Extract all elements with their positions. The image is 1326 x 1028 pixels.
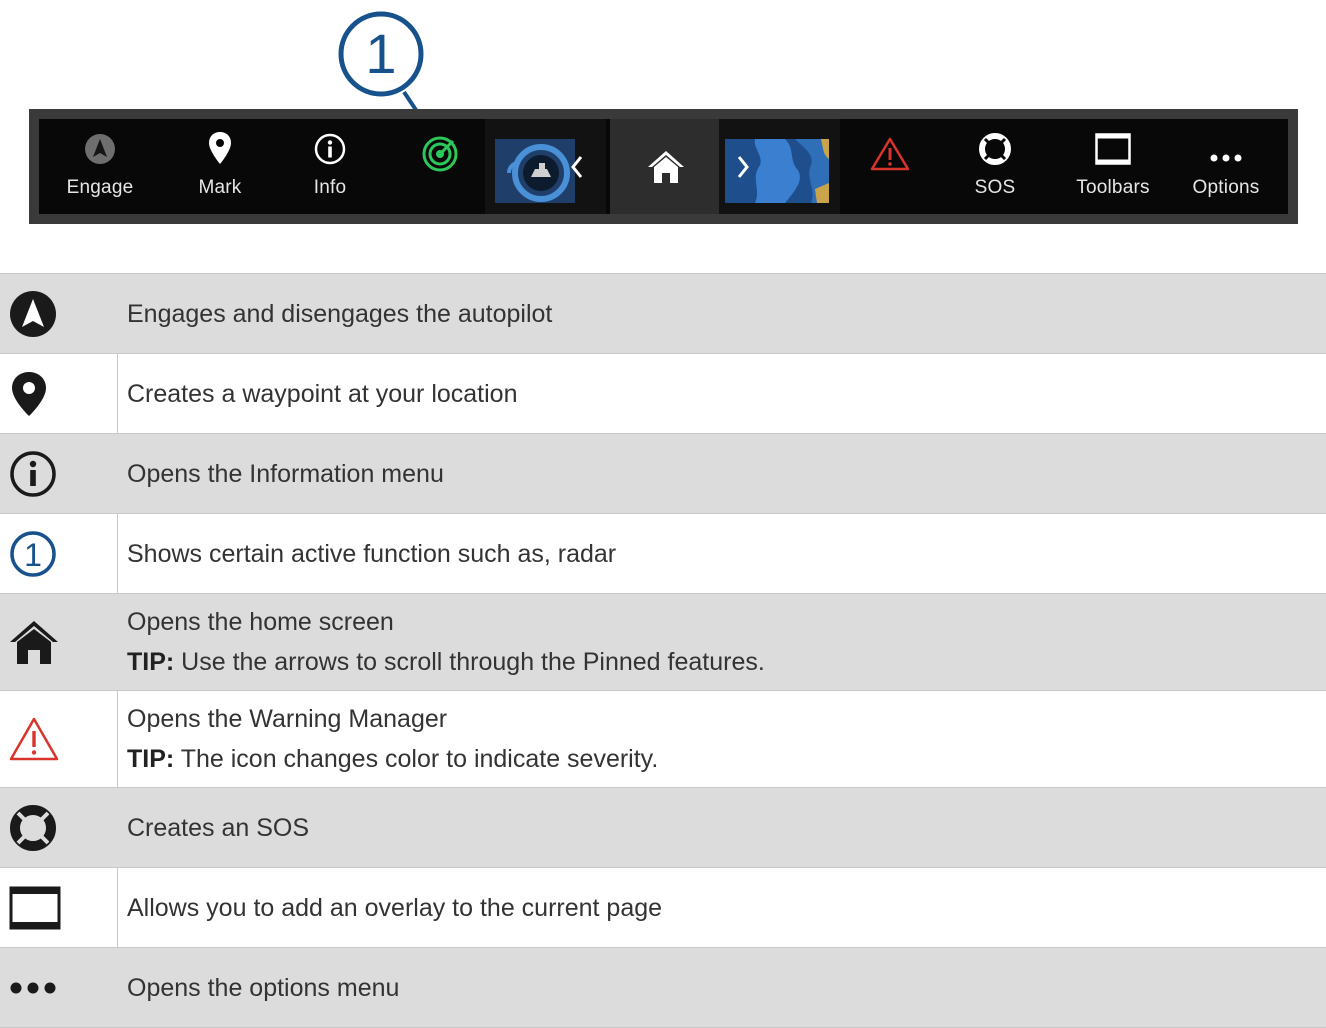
legend-description: Allows you to add an overlay to the curr… <box>127 893 663 922</box>
options-label: Options <box>1192 177 1260 198</box>
scroll-left-arrow[interactable] <box>565 119 589 214</box>
legend-description: Opens the Information menu <box>127 459 444 488</box>
overlay-icon <box>1095 119 1131 165</box>
radar-icon <box>420 119 460 189</box>
sos-button[interactable]: SOS <box>954 119 1036 214</box>
tip-text: The icon changes color to indicate sever… <box>174 745 659 773</box>
tip-label: TIP: <box>127 745 175 773</box>
map-pin-icon <box>207 119 233 165</box>
lifebuoy-icon <box>0 788 118 867</box>
toolbars-label: Toolbars <box>1076 177 1150 198</box>
mark-button[interactable]: Mark <box>179 119 261 214</box>
overlay-icon <box>0 868 118 947</box>
map-pin-icon <box>0 354 118 433</box>
info-button[interactable]: Info <box>289 119 371 214</box>
table-row: 1 Shows certain active function such as,… <box>0 514 1326 594</box>
autopilot-icon <box>0 274 118 353</box>
table-row: Creates an SOS <box>0 788 1326 868</box>
toolbar: Engage Mark Info SOS Toolbars Options <box>29 109 1298 224</box>
mark-label: Mark <box>198 177 242 198</box>
home-button[interactable] <box>610 119 722 214</box>
tip-text: Use the arrows to scroll through the Pin… <box>174 648 765 676</box>
tip-label: TIP: <box>127 648 175 676</box>
table-row: Opens the home screen TIP: Use the arrow… <box>0 594 1326 691</box>
legend-description: Engages and disengages the autopilot <box>127 299 553 328</box>
engage-button[interactable]: Engage <box>59 119 141 214</box>
table-row: Allows you to add an overlay to the curr… <box>0 868 1326 948</box>
callout-number: 1 <box>365 22 396 85</box>
warning-icon <box>0 691 118 787</box>
chevron-right-icon <box>737 155 749 178</box>
callout-number: 1 <box>24 537 42 573</box>
active-function-button[interactable] <box>409 119 471 214</box>
engage-label: Engage <box>66 177 134 198</box>
callout-1: 1 <box>338 11 424 97</box>
more-icon <box>0 948 118 1027</box>
chevron-left-icon <box>571 155 583 178</box>
callout-1-icon: 1 <box>0 514 118 593</box>
table-row: Opens the Warning Manager TIP: The icon … <box>0 691 1326 788</box>
table-row: Engages and disengages the autopilot <box>0 274 1326 354</box>
icon-legend-table: Engages and disengages the autopilot Cre… <box>0 273 1326 1028</box>
table-row: Opens the options menu <box>0 948 1326 1028</box>
info-icon <box>0 434 118 513</box>
sos-label: SOS <box>974 177 1016 198</box>
legend-description: Opens the home screen TIP: Use the arrow… <box>127 608 765 676</box>
legend-description: Opens the options menu <box>127 973 400 1002</box>
table-row: Creates a waypoint at your location <box>0 354 1326 434</box>
legend-description: Creates a waypoint at your location <box>127 379 518 408</box>
warning-icon <box>870 119 910 189</box>
legend-description: Opens the Warning Manager TIP: The icon … <box>127 705 659 773</box>
lifebuoy-icon <box>979 119 1011 165</box>
autopilot-icon <box>84 119 116 165</box>
scroll-right-arrow[interactable] <box>731 119 755 214</box>
info-label: Info <box>313 177 347 198</box>
options-button[interactable]: Options <box>1181 119 1271 214</box>
toolbars-button[interactable]: Toolbars <box>1065 119 1161 214</box>
sonar-thumbnail[interactable] <box>495 139 575 203</box>
table-row: Opens the Information menu <box>0 434 1326 514</box>
legend-description: Creates an SOS <box>127 813 310 842</box>
home-icon <box>648 150 684 183</box>
legend-description: Shows certain active function such as, r… <box>127 539 617 568</box>
home-icon <box>0 594 118 690</box>
info-icon <box>314 119 346 165</box>
more-icon <box>1208 119 1244 165</box>
warning-button[interactable] <box>859 119 921 214</box>
